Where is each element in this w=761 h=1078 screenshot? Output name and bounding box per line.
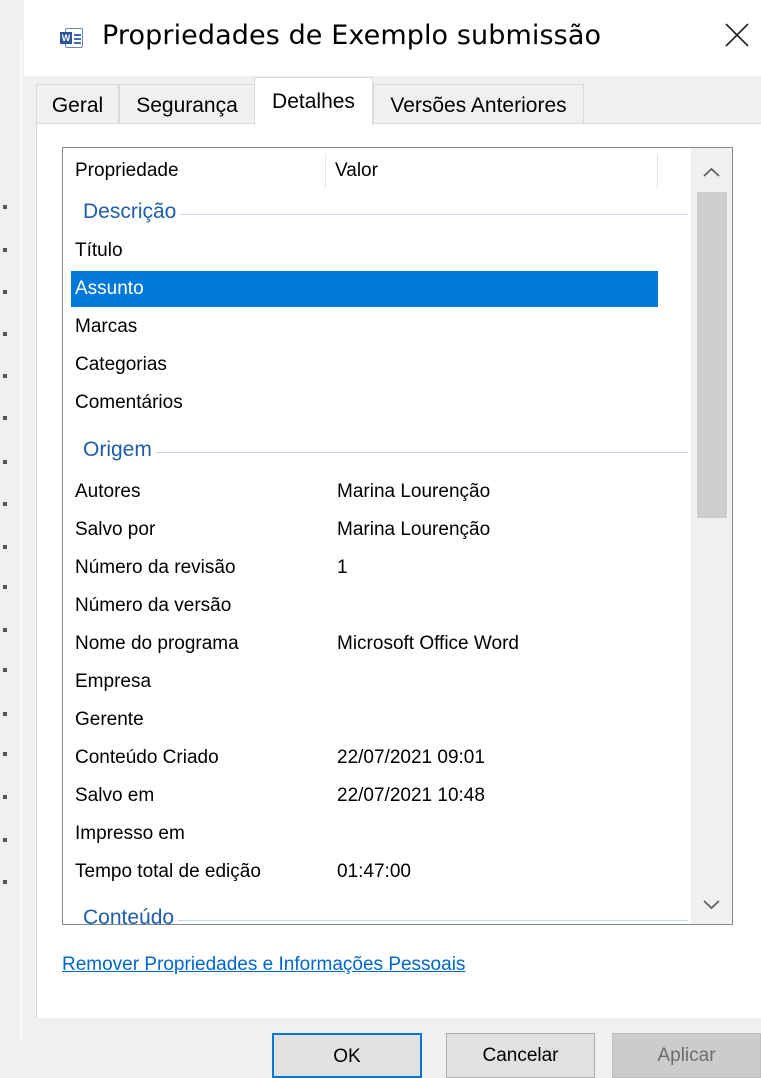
- list-row-categorias[interactable]: Categorias: [71, 347, 658, 383]
- title-bar[interactable]: W Propriedades de Exemplo submissão: [24, 0, 761, 76]
- edge-tick: [3, 880, 7, 884]
- ok-button[interactable]: OK: [272, 1033, 422, 1078]
- chevron-down-icon: [703, 900, 720, 910]
- property-value: Marina Lourenção: [337, 519, 491, 540]
- property-name: Categorias: [75, 354, 167, 375]
- property-name: Conteúdo Criado: [75, 747, 219, 768]
- edge-tick: [3, 374, 7, 378]
- close-icon: [725, 23, 749, 47]
- tab-seguranca[interactable]: Segurança: [119, 84, 255, 124]
- background-window-edge: [0, 0, 24, 1078]
- list-header: Propriedade Valor: [63, 148, 658, 192]
- list-row-numero-revisao[interactable]: Número da revisão 1: [71, 550, 658, 586]
- tab-detalhes[interactable]: Detalhes: [254, 77, 373, 125]
- edge-tick: [3, 795, 7, 799]
- cancel-button[interactable]: Cancelar: [446, 1033, 595, 1078]
- list-row-salvo-em[interactable]: Salvo em 22/07/2021 10:48: [71, 778, 658, 814]
- property-name: Tempo total de edição: [75, 861, 261, 882]
- edge-tick: [3, 712, 7, 716]
- property-name: Salvo por: [75, 519, 156, 540]
- chevron-up-icon: [703, 167, 720, 177]
- list-row-empresa[interactable]: Empresa: [71, 664, 658, 700]
- property-name: Empresa: [75, 671, 152, 692]
- list-row-salvo-por[interactable]: Salvo por Marina Lourenção: [71, 512, 658, 548]
- tab-geral[interactable]: Geral: [36, 84, 119, 124]
- remove-properties-link[interactable]: Remover Propriedades e Informações Pesso…: [62, 954, 465, 976]
- property-name: Número da versão: [75, 595, 232, 616]
- word-document-icon: W: [60, 28, 84, 48]
- list-row-numero-versao[interactable]: Número da versão: [71, 588, 658, 624]
- list-row-comentarios[interactable]: Comentários: [71, 385, 658, 421]
- vertical-scrollbar[interactable]: [691, 148, 732, 924]
- property-name: Marcas: [75, 316, 138, 337]
- property-name: Assunto: [75, 278, 144, 299]
- property-name: Salvo em: [75, 785, 155, 806]
- group-label: Descrição: [83, 200, 181, 224]
- column-separator[interactable]: [325, 154, 326, 188]
- list-row-tempo-total-edicao[interactable]: Tempo total de edição 01:47:00: [71, 854, 658, 890]
- property-name: Gerente: [75, 709, 144, 730]
- edge-tick: [3, 460, 7, 464]
- property-name: Autores: [75, 481, 141, 502]
- edge-tick: [3, 585, 7, 589]
- group-label: Origem: [83, 438, 156, 462]
- edge-tick: [3, 628, 7, 632]
- scroll-up-button[interactable]: [691, 148, 732, 192]
- tab-label: Geral: [51, 94, 104, 117]
- list-row-conteudo-criado[interactable]: Conteúdo Criado 22/07/2021 09:01: [71, 740, 658, 776]
- list-row-marcas[interactable]: Marcas: [71, 309, 658, 345]
- list-row-gerente[interactable]: Gerente: [71, 702, 658, 738]
- scroll-down-button[interactable]: [691, 884, 732, 924]
- column-separator[interactable]: [657, 154, 658, 188]
- group-label: Conteúdo: [83, 906, 179, 924]
- list-row-assunto[interactable]: Assunto: [71, 271, 658, 307]
- edge-tick: [3, 752, 7, 756]
- property-value: 22/07/2021 09:01: [337, 747, 485, 768]
- window-title: Propriedades de Exemplo submissão: [102, 20, 602, 51]
- property-name: Impresso em: [75, 823, 185, 844]
- scroll-thumb[interactable]: [697, 192, 727, 518]
- edge-tick: [3, 668, 7, 672]
- edge-tick: [3, 838, 7, 842]
- edge-tick: [3, 290, 7, 294]
- list-row-nome-programa[interactable]: Nome do programa Microsoft Office Word: [71, 626, 658, 662]
- edge-tick: [3, 332, 7, 336]
- column-header-valor[interactable]: Valor: [335, 160, 378, 182]
- edge-tick: [3, 545, 7, 549]
- property-value: 1: [337, 557, 348, 578]
- edge-tick: [3, 248, 7, 252]
- tab-label: Versões Anteriores: [390, 94, 567, 117]
- property-value: Microsoft Office Word: [337, 633, 519, 654]
- tab-versoes-anteriores[interactable]: Versões Anteriores: [373, 84, 584, 124]
- group-header-origem[interactable]: Origem: [63, 438, 688, 468]
- edge-tick: [3, 416, 7, 420]
- property-value: 22/07/2021 10:48: [337, 785, 485, 806]
- property-value: 01:47:00: [337, 861, 411, 882]
- column-header-propriedade[interactable]: Propriedade: [75, 160, 179, 182]
- property-name: Comentários: [75, 392, 183, 413]
- properties-list[interactable]: Propriedade Valor Descrição Título Assun…: [62, 147, 733, 925]
- edge-tick: [3, 502, 7, 506]
- edge-tick: [3, 205, 7, 209]
- apply-button[interactable]: Aplicar: [612, 1033, 761, 1078]
- close-button[interactable]: [715, 0, 761, 70]
- list-row-autores[interactable]: Autores Marina Lourenção: [71, 474, 658, 510]
- property-name: Número da revisão: [75, 557, 236, 578]
- group-divider: [83, 452, 688, 453]
- edge-line: [20, 40, 22, 1040]
- property-name: Nome do programa: [75, 633, 239, 654]
- group-header-conteudo[interactable]: Conteúdo: [63, 906, 688, 924]
- tab-label: Segurança: [136, 94, 238, 117]
- list-row-titulo[interactable]: Título: [71, 233, 658, 269]
- tab-label: Detalhes: [272, 90, 355, 113]
- property-value: Marina Lourenção: [337, 481, 491, 502]
- property-name: Título: [75, 240, 123, 261]
- list-row-impresso-em[interactable]: Impresso em: [71, 816, 658, 852]
- group-header-descricao[interactable]: Descrição: [63, 200, 688, 230]
